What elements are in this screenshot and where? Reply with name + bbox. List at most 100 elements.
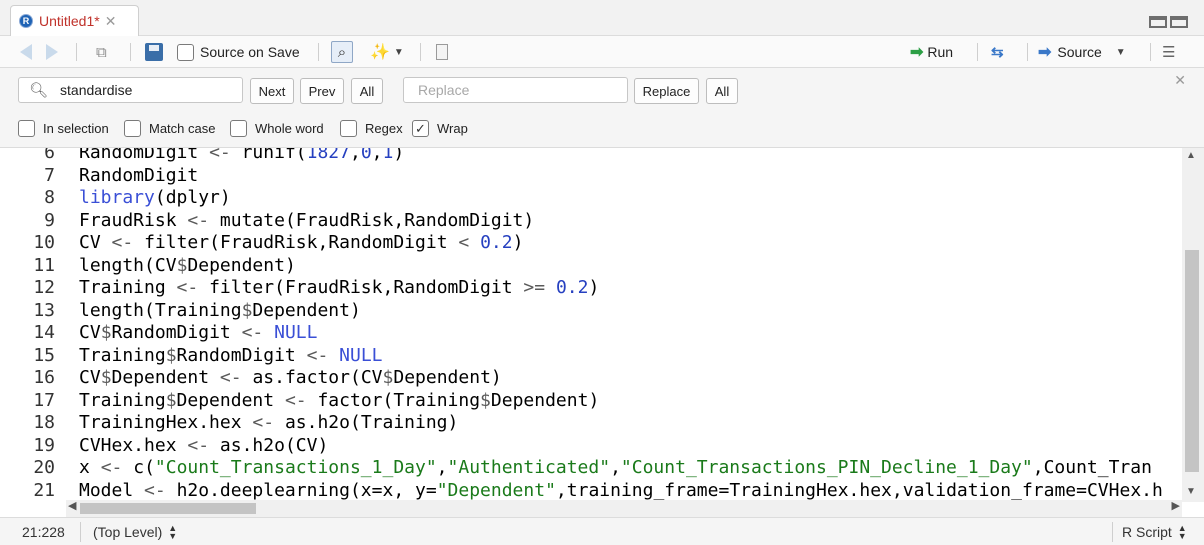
whole-word-checkbox[interactable]	[230, 120, 247, 137]
chevron-down-icon[interactable]: ▼	[1116, 47, 1126, 58]
source-button[interactable]: ➡ Source ▼	[1038, 41, 1126, 63]
line-number: 7	[44, 164, 55, 186]
back-button[interactable]	[20, 41, 32, 63]
run-button[interactable]: ➡ Run	[910, 41, 953, 63]
code-text[interactable]: CV$RandomDigit <- NULL	[79, 322, 317, 345]
code-text[interactable]: length(CV$Dependent)	[79, 255, 296, 278]
code-text[interactable]: FraudRisk <- mutate(FraudRisk,RandomDigi…	[79, 210, 534, 233]
code-line[interactable]: 18 TrainingHex.hex <- as.h2o(Training)	[0, 412, 1182, 435]
replace-all-button[interactable]: All	[706, 78, 738, 104]
code-text[interactable]: TrainingHex.hex <- as.h2o(Training)	[79, 412, 458, 435]
in-selection-checkbox[interactable]	[18, 120, 35, 137]
code-text[interactable]: RandomDigit	[79, 165, 198, 188]
option-wrap[interactable]: ✓ Wrap	[412, 120, 468, 137]
code-lines[interactable]: 6 RandomDigit <- runif(1827,0,1) 7 RandomDi…	[0, 148, 1182, 502]
code-editor[interactable]: 6 RandomDigit <- runif(1827,0,1) 7 RandomDi…	[0, 148, 1204, 502]
editor-toolbar: ⧉ Source on Save ⌕ ✨ ▼ ➡ Run ⇆ ➡ Source …	[0, 36, 1204, 68]
code-line[interactable]: 9 FraudRisk <- mutate(FraudRisk,RandomDig…	[0, 210, 1182, 233]
code-line[interactable]: 7 RandomDigit	[0, 165, 1182, 188]
line-number: 18	[33, 412, 55, 433]
maximize-pane-icon[interactable]	[1170, 16, 1188, 28]
code-text[interactable]: CV <- filter(FraudRisk,RandomDigit < 0.2…	[79, 232, 523, 255]
filetype-label: R Script	[1122, 524, 1172, 540]
find-next-button[interactable]: Next	[250, 78, 294, 104]
scroll-up-icon[interactable]: ▲	[1186, 150, 1196, 161]
match-case-checkbox[interactable]	[124, 120, 141, 137]
source-arrow-icon: ➡	[1038, 44, 1052, 61]
source-on-save-toggle[interactable]: Source on Save	[177, 41, 300, 63]
replace-input[interactable]: Replace	[403, 77, 628, 103]
wrap-checkbox[interactable]: ✓	[412, 120, 429, 137]
close-find-icon[interactable]: ✕	[1174, 72, 1186, 89]
code-text[interactable]: RandomDigit <- runif(1827,0,1)	[79, 148, 404, 165]
code-line[interactable]: 12 Training <- filter(FraudRisk,RandomDig…	[0, 277, 1182, 300]
code-line[interactable]: 16 CV$Dependent <- as.factor(CV$Dependent…	[0, 367, 1182, 390]
rerun-button[interactable]: ⇆	[991, 41, 1003, 63]
filetype-selector[interactable]: R Script ▲ ▼	[1122, 523, 1187, 541]
updown-icon: ▲ ▼	[1177, 523, 1187, 541]
rerun-icon: ⇆	[991, 44, 1003, 61]
search-icon: 🔍︎	[29, 82, 49, 99]
code-line[interactable]: 10 CV <- filter(FraudRisk,RandomDigit < 0…	[0, 232, 1182, 255]
minimize-pane-icon[interactable]	[1149, 16, 1167, 28]
code-text[interactable]: library(dplyr)	[79, 187, 231, 210]
outline-lines-icon: ☰	[1162, 44, 1176, 61]
replace-button[interactable]: Replace	[634, 78, 699, 104]
code-text[interactable]: Training <- filter(FraudRisk,RandomDigit…	[79, 277, 599, 300]
line-number: 14	[33, 322, 55, 343]
scope-label: (Top Level)	[93, 524, 163, 540]
horizontal-scrollbar[interactable]: ◀ ▶	[66, 500, 1182, 517]
code-line[interactable]: 17 Training$Dependent <- factor(Training$…	[0, 390, 1182, 413]
save-button[interactable]	[145, 41, 163, 63]
scroll-down-icon[interactable]: ▼	[1186, 486, 1196, 497]
outline-button[interactable]: ☰	[1162, 41, 1175, 63]
find-prev-button[interactable]: Prev	[300, 78, 344, 104]
find-input[interactable]: 🔍︎ standardise	[18, 77, 243, 103]
code-line[interactable]: 11 length(CV$Dependent)	[0, 255, 1182, 278]
code-line[interactable]: 15 Training$RandomDigit <- NULL	[0, 345, 1182, 368]
code-line[interactable]: 20 x <- c("Count_Transactions_1_Day","Aut…	[0, 457, 1182, 480]
code-line[interactable]: 6 RandomDigit <- runif(1827,0,1)	[0, 148, 1182, 165]
code-text[interactable]: x <- c("Count_Transactions_1_Day","Authe…	[79, 457, 1152, 480]
code-line[interactable]: 13 length(Training$Dependent)	[0, 300, 1182, 323]
tab-untitled1[interactable]: R Untitled1* ✕	[10, 5, 139, 36]
match-case-label: Match case	[149, 121, 216, 136]
scope-selector[interactable]: (Top Level) ▲ ▼	[93, 524, 177, 541]
code-text[interactable]: Training$Dependent <- factor(Training$De…	[79, 390, 599, 413]
code-text[interactable]: Training$RandomDigit <- NULL	[79, 345, 383, 368]
tab-title: Untitled1*	[39, 13, 100, 29]
option-whole-word[interactable]: Whole word	[230, 120, 324, 137]
show-in-window-button[interactable]: ⧉	[96, 41, 107, 63]
scroll-left-icon[interactable]: ◀	[68, 499, 76, 512]
show-in-window-icon: ⧉	[96, 43, 107, 61]
scroll-right-icon[interactable]: ▶	[1172, 499, 1180, 512]
vertical-scrollbar[interactable]: ▲ ▼	[1182, 148, 1204, 502]
find-input-value[interactable]: standardise	[60, 82, 132, 98]
regex-checkbox[interactable]	[340, 120, 357, 137]
code-text[interactable]: CV$Dependent <- as.factor(CV$Dependent)	[79, 367, 502, 390]
code-line[interactable]: 14 CV$RandomDigit <- NULL	[0, 322, 1182, 345]
find-all-button[interactable]: All	[351, 78, 383, 104]
option-in-selection[interactable]: In selection	[18, 120, 109, 137]
code-line[interactable]: 8 library(dplyr)	[0, 187, 1182, 210]
find-replace-button[interactable]: ⌕	[331, 41, 353, 63]
tab-close-icon[interactable]: ✕	[105, 13, 117, 30]
code-tools-button[interactable]: ✨ ▼	[370, 41, 404, 63]
source-on-save-label: Source on Save	[200, 44, 300, 60]
option-regex[interactable]: Regex	[340, 120, 403, 137]
option-match-case[interactable]: Match case	[124, 120, 215, 137]
cursor-position: 21:228	[22, 524, 65, 540]
code-text[interactable]: Model <- h2o.deeplearning(x=x, y="Depend…	[79, 480, 1163, 503]
horizontal-scroll-thumb[interactable]	[80, 503, 256, 514]
line-number: 20	[33, 457, 55, 478]
source-label: Source	[1057, 44, 1102, 60]
compile-report-button[interactable]	[436, 41, 448, 63]
code-line[interactable]: 21 Model <- h2o.deeplearning(x=x, y="Depe…	[0, 480, 1182, 503]
source-on-save-checkbox[interactable]	[177, 43, 194, 61]
code-text[interactable]: length(Training$Dependent)	[79, 300, 361, 323]
code-line[interactable]: 19 CVHex.hex <- as.h2o(CV)	[0, 435, 1182, 458]
vertical-scroll-thumb[interactable]	[1185, 250, 1199, 472]
line-number: 12	[33, 277, 55, 298]
code-text[interactable]: CVHex.hex <- as.h2o(CV)	[79, 435, 328, 458]
forward-button[interactable]	[46, 41, 58, 63]
